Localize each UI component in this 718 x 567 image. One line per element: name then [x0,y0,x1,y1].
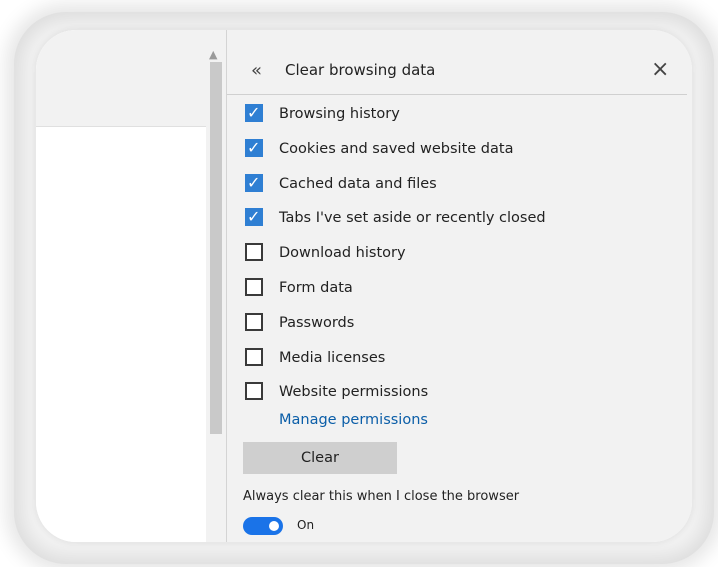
page-content-area [36,30,206,542]
checkbox[interactable]: ✓ [245,103,263,122]
panel-title: Clear browsing data [285,61,436,79]
option-media-licenses[interactable]: Media licenses [245,348,665,370]
checkbox[interactable] [245,382,263,400]
checkbox[interactable]: ✓ [245,138,263,157]
option-label: Website permissions [279,384,429,400]
checkmark-icon: ✓ [247,138,261,157]
option-cached-data[interactable]: ✓ Cached data and files [245,173,665,196]
checkbox[interactable]: ✓ [245,173,263,192]
checkbox[interactable] [245,313,263,331]
option-label: Download history [279,245,406,261]
page-header-area [36,30,206,127]
option-cookies[interactable]: ✓ Cookies and saved website data [245,138,665,161]
toggle-state-label: On [297,518,315,532]
clear-button[interactable]: Clear [243,442,397,474]
option-label: Media licenses [279,350,386,366]
clear-browsing-data-panel: « Clear browsing data × ✓ Browsing histo… [226,30,692,542]
option-label: Browsing history [279,106,400,122]
checkbox[interactable]: ✓ [245,207,263,226]
option-label: Cached data and files [279,176,437,192]
option-browsing-history[interactable]: ✓ Browsing history [245,103,665,126]
checkbox[interactable] [245,243,263,261]
panel-header: « Clear browsing data × [227,50,687,95]
option-label: Form data [279,280,353,296]
close-icon[interactable]: × [651,57,669,82]
checkmark-icon: ✓ [247,207,261,226]
option-label: Cookies and saved website data [279,141,514,157]
back-chevron-icon[interactable]: « [251,60,262,81]
option-website-permissions[interactable]: Website permissions [245,382,665,404]
option-label: Tabs I've set aside or recently closed [279,210,546,226]
always-clear-label: Always clear this when I close the brows… [243,489,520,504]
always-clear-toggle[interactable] [243,517,283,535]
scrollbar-thumb[interactable] [210,62,222,434]
option-label: Passwords [279,315,355,331]
scroll-up-arrow-icon[interactable]: ▲ [209,48,217,61]
manage-permissions-link[interactable]: Manage permissions [279,412,428,428]
checkmark-icon: ✓ [247,103,261,122]
scrollbar[interactable]: ▲ [206,30,226,542]
checkbox[interactable] [245,278,263,296]
option-passwords[interactable]: Passwords [245,313,665,335]
checkmark-icon: ✓ [247,173,261,192]
option-download-history[interactable]: Download history [245,243,665,265]
option-tabs-set-aside[interactable]: ✓ Tabs I've set aside or recently closed [245,207,665,230]
toggle-knob [269,521,279,531]
browser-window: ▲ « Clear browsing data × ✓ Browsing his… [36,30,692,542]
option-form-data[interactable]: Form data [245,278,665,300]
checkbox[interactable] [245,348,263,366]
